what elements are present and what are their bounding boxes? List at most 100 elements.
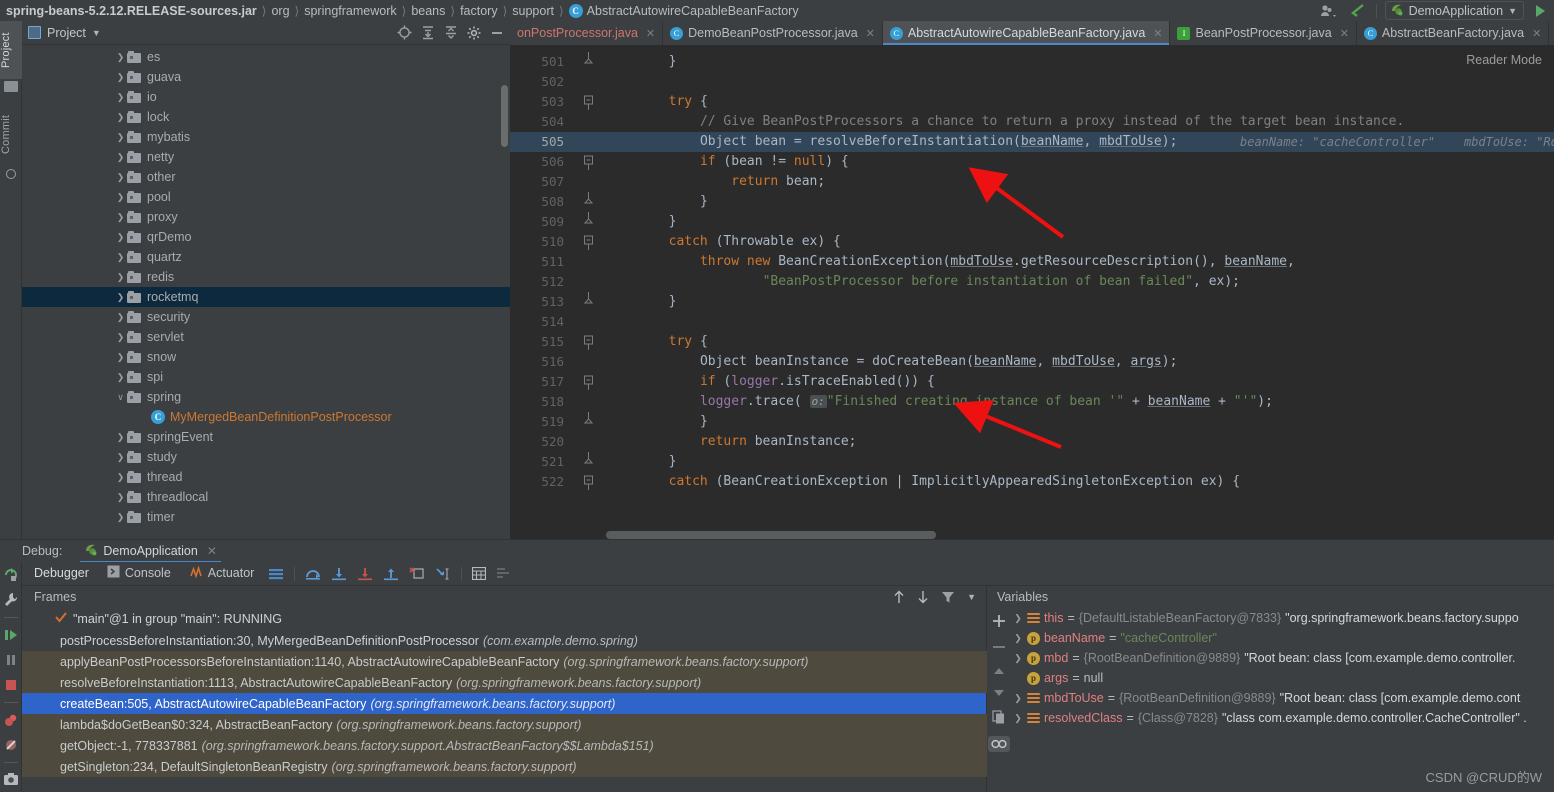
- code-line[interactable]: 501 }: [510, 52, 1554, 72]
- editor-tab[interactable]: onPostProcessor.java✕: [510, 21, 663, 45]
- settings-wrench-icon[interactable]: [3, 592, 19, 608]
- tree-row[interactable]: ∨spring: [22, 387, 510, 407]
- step-over-icon[interactable]: [305, 567, 321, 581]
- tree-row[interactable]: ❯guava: [22, 67, 510, 87]
- chevron-right-icon[interactable]: ❯: [114, 352, 127, 363]
- variable-row[interactable]: ❯resolvedClass={Class@7828}"class com.ex…: [987, 708, 1554, 728]
- chevron-right-icon[interactable]: ❯: [1013, 653, 1023, 664]
- code-line[interactable]: 509 }: [510, 212, 1554, 232]
- run-to-cursor-icon[interactable]: [435, 567, 451, 581]
- chevron-right-icon[interactable]: ❯: [114, 232, 127, 243]
- mute-breakpoints-icon[interactable]: [3, 737, 19, 753]
- code-line[interactable]: 510 catch (Throwable ex) {: [510, 232, 1554, 252]
- chevron-right-icon[interactable]: ❯: [114, 332, 127, 343]
- chevron-right-icon[interactable]: ❯: [114, 372, 127, 383]
- code-line[interactable]: 503 try {: [510, 92, 1554, 112]
- fold-start-icon[interactable]: [582, 152, 594, 172]
- strip-tab-commit[interactable]: Commit: [0, 103, 22, 165]
- tree-row[interactable]: ❯thread: [22, 467, 510, 487]
- chevron-right-icon[interactable]: ❯: [114, 432, 127, 443]
- view-breakpoints-icon[interactable]: [3, 712, 19, 728]
- tree-row[interactable]: ❯springEvent: [22, 427, 510, 447]
- resume-icon[interactable]: [3, 627, 19, 643]
- layout-icon[interactable]: [268, 568, 284, 580]
- variable-row[interactable]: ❯this={DefaultListableBeanFactory@7833}"…: [987, 608, 1554, 628]
- fold-start-icon[interactable]: [582, 472, 594, 492]
- chevron-right-icon[interactable]: ❯: [114, 192, 127, 203]
- variables-list[interactable]: ❯this={DefaultListableBeanFactory@7833}"…: [987, 608, 1554, 728]
- close-icon[interactable]: ✕: [1340, 27, 1349, 40]
- tree-row[interactable]: ❯pool: [22, 187, 510, 207]
- tab-debugger[interactable]: Debugger: [30, 563, 93, 584]
- chevron-down-icon[interactable]: ▼: [967, 592, 976, 602]
- step-out-icon[interactable]: [383, 567, 399, 581]
- chevron-right-icon[interactable]: ❯: [1013, 633, 1023, 644]
- close-icon[interactable]: ✕: [1153, 27, 1162, 40]
- breadcrumb-part-beans[interactable]: beans: [411, 4, 445, 18]
- chevron-right-icon[interactable]: ❯: [114, 212, 127, 223]
- tree-row[interactable]: ❯threadlocal: [22, 487, 510, 507]
- chevron-down-icon[interactable]: ∨: [114, 392, 127, 403]
- code-line[interactable]: 502: [510, 72, 1554, 92]
- code-line[interactable]: 512 "BeanPostProcessor before instantiat…: [510, 272, 1554, 292]
- tree-row[interactable]: ❯proxy: [22, 207, 510, 227]
- pause-icon[interactable]: [3, 652, 19, 668]
- breadcrumb-part-org[interactable]: org: [271, 4, 289, 18]
- tree-row[interactable]: ❯redis: [22, 267, 510, 287]
- run-configuration-selector[interactable]: DemoApplication ▼: [1385, 1, 1524, 20]
- frame-row[interactable]: createBean:505, AbstractAutowireCapableB…: [22, 693, 986, 714]
- chevron-right-icon[interactable]: ❯: [114, 132, 127, 143]
- chevron-right-icon[interactable]: ❯: [114, 452, 127, 463]
- chevron-right-icon[interactable]: ❯: [114, 92, 127, 103]
- code-line[interactable]: 513 }: [510, 292, 1554, 312]
- drop-frame-icon[interactable]: [409, 567, 425, 581]
- camera-icon[interactable]: [3, 772, 19, 786]
- force-step-into-icon[interactable]: [357, 567, 373, 581]
- variable-row[interactable]: ❯mbdToUse={RootBeanDefinition@9889}"Root…: [987, 688, 1554, 708]
- breadcrumb-leaf[interactable]: AbstractAutowireCapableBeanFactory: [587, 4, 799, 18]
- fold-end-icon[interactable]: [582, 52, 594, 72]
- tree-row[interactable]: ❯qrDemo: [22, 227, 510, 247]
- code-line[interactable]: 520 return beanInstance;: [510, 432, 1554, 452]
- close-icon[interactable]: ✕: [646, 27, 655, 40]
- fold-end-icon[interactable]: [582, 292, 594, 312]
- breadcrumb-part-factory[interactable]: factory: [460, 4, 498, 18]
- gear-icon[interactable]: [467, 26, 481, 40]
- filter-icon[interactable]: [941, 590, 955, 604]
- stop-icon[interactable]: [3, 677, 19, 693]
- up-arrow-icon[interactable]: [893, 590, 905, 604]
- fold-start-icon[interactable]: [582, 92, 594, 112]
- locate-icon[interactable]: [397, 25, 412, 40]
- editor-tab[interactable]: IBeanPostProcessor.java✕: [1170, 21, 1356, 45]
- project-tree-scrollbar[interactable]: [501, 85, 508, 147]
- tree-row[interactable]: ❯spi: [22, 367, 510, 387]
- chevron-right-icon[interactable]: ❯: [114, 52, 127, 63]
- tree-row[interactable]: ❯es: [22, 47, 510, 67]
- code-line[interactable]: 511 throw new BeanCreationException(mbdT…: [510, 252, 1554, 272]
- chevron-right-icon[interactable]: ❯: [114, 72, 127, 83]
- chevron-right-icon[interactable]: ❯: [114, 252, 127, 263]
- code-line[interactable]: 515 try {: [510, 332, 1554, 352]
- editor-tab[interactable]: CAbstractAutowireCapableBeanFactory.java…: [883, 21, 1171, 45]
- chevron-right-icon[interactable]: ❯: [114, 112, 127, 123]
- mute-icon[interactable]: [496, 567, 512, 580]
- chevron-right-icon[interactable]: ❯: [114, 152, 127, 163]
- editor-code-area[interactable]: Reader Mode 500 beanName, "Validation of…: [510, 45, 1554, 539]
- close-icon[interactable]: ✕: [866, 27, 875, 40]
- code-line[interactable]: 518 logger.trace( o:"Finished creating i…: [510, 392, 1554, 412]
- tree-row[interactable]: ❯other: [22, 167, 510, 187]
- reader-mode-label[interactable]: Reader Mode: [1466, 53, 1542, 67]
- variable-row[interactable]: ❯pmbd={RootBeanDefinition@9889}"Root bea…: [987, 648, 1554, 668]
- fold-end-icon[interactable]: [582, 212, 594, 232]
- fold-end-icon[interactable]: [582, 412, 594, 432]
- breadcrumb-part-support[interactable]: support: [512, 4, 554, 18]
- close-icon[interactable]: ✕: [1532, 27, 1541, 40]
- tree-row[interactable]: ❯netty: [22, 147, 510, 167]
- chevron-down-icon[interactable]: ▼: [92, 28, 101, 38]
- chevron-right-icon[interactable]: ❯: [114, 172, 127, 183]
- breadcrumb-root[interactable]: spring-beans-5.2.12.RELEASE-sources.jar: [6, 4, 257, 18]
- frame-row[interactable]: postProcessBeforeInstantiation:30, MyMer…: [22, 630, 986, 651]
- evaluate-icon[interactable]: [472, 567, 486, 580]
- user-dropdown-icon[interactable]: [1320, 4, 1340, 18]
- close-icon[interactable]: ✕: [207, 544, 217, 558]
